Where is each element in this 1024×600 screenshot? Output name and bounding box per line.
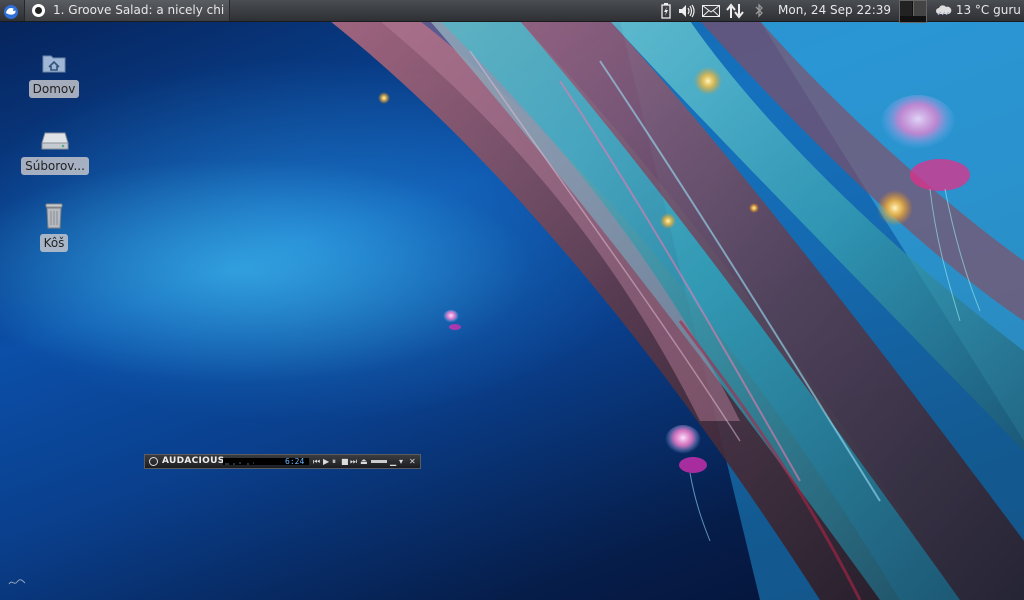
playback-time[interactable]: 6:24 [285,455,304,468]
applications-menu-button[interactable] [2,0,22,21]
minimize-button[interactable]: ▁ [390,455,396,468]
previous-button[interactable]: ⏮ [313,455,320,468]
stop-button[interactable]: ■ [341,455,349,468]
weather-plugin[interactable]: 13 °C guru [936,0,1021,21]
battery-icon[interactable] [658,0,674,21]
workspace-2[interactable] [913,1,926,16]
audacious-logo-icon[interactable] [149,457,158,466]
audacious-app-icon [32,4,45,17]
next-button[interactable]: ⏭ [350,455,357,468]
eject-button[interactable]: ⏏ [360,455,368,468]
weather-text: 13 °C guru [955,3,1021,17]
play-button[interactable]: ▶ [323,455,329,468]
network-updown-icon[interactable] [725,0,745,21]
shade-button[interactable]: ▾ [399,455,403,468]
top-panel: 1. Groove Salad: a nicely chi... Mon, 24… [0,0,1024,23]
trash-icon [44,202,64,230]
desktop-icon-label: Súborov... [21,157,89,175]
volume-icon[interactable] [677,0,697,21]
pause-button[interactable]: ⏸ [332,455,336,468]
workspace-1[interactable] [900,1,912,16]
taskbar-button-audacious[interactable]: 1. Groove Salad: a nicely chi... [24,0,230,21]
bluetooth-icon[interactable] [751,0,767,21]
close-button[interactable]: ✕ [409,455,416,468]
wallpaper-signature [8,577,26,590]
desktop-icon-home[interactable]: Domov [24,50,84,98]
weather-cloud-icon [936,5,952,16]
desktop-wallpaper [0,21,1024,600]
desktop-icon-label: Kôš [39,234,69,252]
xfce-mouse-icon [4,5,18,19]
wallpaper-art [330,21,1024,600]
task-label: 1. Groove Salad: a nicely chi... [53,3,225,17]
audacious-player[interactable]: AUDACIOUS 6:24 ⏮ ▶ ⏸ ■ ⏭ ⏏ ▁ ▾ ✕ [144,454,421,469]
home-folder-icon [41,50,67,76]
desktop-icon-filesystem[interactable]: Súborov... [17,127,93,175]
mail-icon[interactable] [701,0,721,21]
desktop-icon-trash[interactable]: Kôš [34,202,74,252]
volume-slider[interactable] [371,460,387,463]
desktop-icon-label: Domov [28,80,80,98]
drive-icon [41,127,69,153]
workspace-switcher[interactable] [899,0,927,23]
clock[interactable]: Mon, 24 Sep 22:39 [778,0,891,21]
audacious-title: AUDACIOUS [162,456,225,466]
